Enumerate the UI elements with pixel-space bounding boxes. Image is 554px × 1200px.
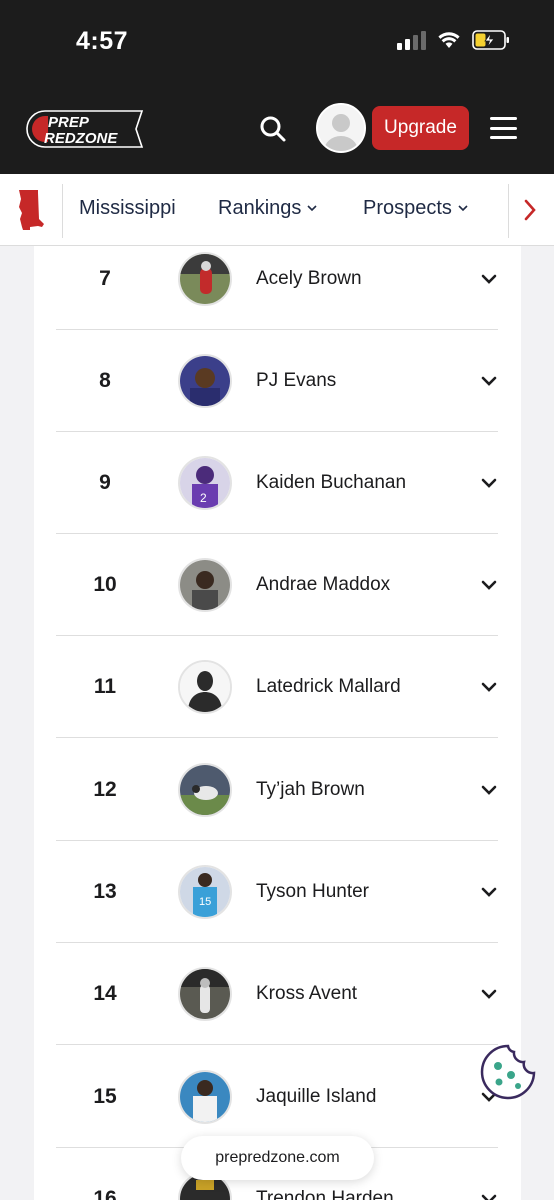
player-name[interactable]: Kross Avent xyxy=(256,983,357,1005)
chevron-down-icon xyxy=(458,205,468,212)
status-bar: 4:57 xyxy=(0,0,554,80)
player-name[interactable]: Andrae Maddox xyxy=(256,574,390,596)
player-photo[interactable] xyxy=(178,354,232,408)
ranking-row[interactable]: 14 Kross Avent xyxy=(56,943,498,1045)
rank-number: 16 xyxy=(93,1187,117,1200)
rank-number: 8 xyxy=(99,369,111,392)
chevron-down-icon[interactable] xyxy=(480,1191,498,1200)
subnav-state-link[interactable]: Mississippi xyxy=(79,197,176,220)
player-photo[interactable] xyxy=(178,252,232,306)
rank-number: 15 xyxy=(93,1085,117,1108)
ranking-row[interactable]: 9 2 Kaiden Buchanan xyxy=(56,432,498,534)
player-name[interactable]: Kaiden Buchanan xyxy=(256,472,406,494)
player-name[interactable]: Tyson Hunter xyxy=(256,881,369,903)
cellular-signal-icon xyxy=(397,30,426,50)
user-avatar[interactable] xyxy=(316,103,366,153)
status-icons xyxy=(397,30,510,50)
player-photo-placeholder[interactable] xyxy=(178,660,232,714)
ranking-row[interactable]: 12 Ty’jah Brown xyxy=(56,739,498,841)
player-photo[interactable] xyxy=(178,763,232,817)
svg-text:15: 15 xyxy=(199,896,211,908)
battery-charging-icon xyxy=(472,30,509,50)
upgrade-button[interactable]: Upgrade xyxy=(372,106,469,150)
subnav-state-label: Mississippi xyxy=(79,197,176,219)
rank-number: 9 xyxy=(99,471,111,494)
rank-number: 7 xyxy=(99,267,111,290)
rank-number: 14 xyxy=(93,982,117,1005)
subnav-prospects-dropdown[interactable]: Prospects xyxy=(363,197,468,220)
player-photo[interactable]: 2 xyxy=(178,456,232,510)
player-name[interactable]: Jaquille Island xyxy=(256,1086,376,1108)
player-photo[interactable] xyxy=(178,967,232,1021)
chevron-down-icon[interactable] xyxy=(480,679,498,695)
player-name[interactable]: Acely Brown xyxy=(256,268,362,290)
chevron-down-icon[interactable] xyxy=(480,884,498,900)
svg-text:2: 2 xyxy=(200,491,207,505)
svg-text:REDZONE: REDZONE xyxy=(44,130,118,147)
ranking-row[interactable]: 11 Latedrick Mallard xyxy=(56,636,498,738)
rank-number: 12 xyxy=(93,778,117,801)
wifi-icon xyxy=(438,32,460,48)
player-name[interactable]: PJ Evans xyxy=(256,370,336,392)
player-photo[interactable]: 15 xyxy=(178,865,232,919)
chevron-down-icon[interactable] xyxy=(480,986,498,1002)
ranking-row[interactable]: 7 Acely Brown xyxy=(56,228,498,330)
cookie-settings-icon[interactable] xyxy=(478,1042,538,1102)
subnav-rankings-dropdown[interactable]: Rankings xyxy=(218,197,317,220)
browser-url-bar[interactable]: prepredzone.com xyxy=(181,1136,374,1180)
chevron-down-icon[interactable] xyxy=(480,475,498,491)
hamburger-menu-icon[interactable] xyxy=(490,117,517,139)
search-icon[interactable] xyxy=(258,114,288,144)
default-user-icon xyxy=(318,105,364,151)
player-name[interactable]: Trendon Harden xyxy=(256,1188,394,1200)
player-photo[interactable] xyxy=(178,558,232,612)
ranking-row[interactable]: 10 Andrae Maddox xyxy=(56,534,498,636)
row-divider xyxy=(56,1044,498,1045)
ranking-row[interactable]: 8 PJ Evans xyxy=(56,330,498,432)
rank-number: 10 xyxy=(93,573,117,596)
svg-text:PREP: PREP xyxy=(48,114,90,131)
chevron-down-icon[interactable] xyxy=(480,577,498,593)
chevron-down-icon[interactable] xyxy=(480,782,498,798)
subnav-divider xyxy=(508,184,509,238)
player-name[interactable]: Latedrick Mallard xyxy=(256,676,401,698)
status-time: 4:57 xyxy=(76,27,129,55)
chevron-down-icon[interactable] xyxy=(480,271,498,287)
rank-number: 13 xyxy=(93,880,117,903)
ranking-row[interactable]: 13 15 Tyson Hunter xyxy=(56,841,498,943)
chevron-down-icon xyxy=(307,205,317,212)
prepredzone-logo[interactable]: PREP REDZONE xyxy=(22,108,148,150)
subnav-prospects-label: Prospects xyxy=(363,197,452,219)
row-divider xyxy=(56,737,498,738)
rank-number: 11 xyxy=(93,675,117,698)
mississippi-state-icon[interactable] xyxy=(16,189,46,231)
player-photo[interactable] xyxy=(178,1070,232,1124)
ranking-row[interactable]: 15 Jaquille Island xyxy=(56,1046,498,1148)
chevron-right-icon[interactable] xyxy=(522,198,538,222)
subnav-rankings-label: Rankings xyxy=(218,197,302,219)
player-name[interactable]: Ty’jah Brown xyxy=(256,779,365,801)
chevron-down-icon[interactable] xyxy=(480,373,498,389)
